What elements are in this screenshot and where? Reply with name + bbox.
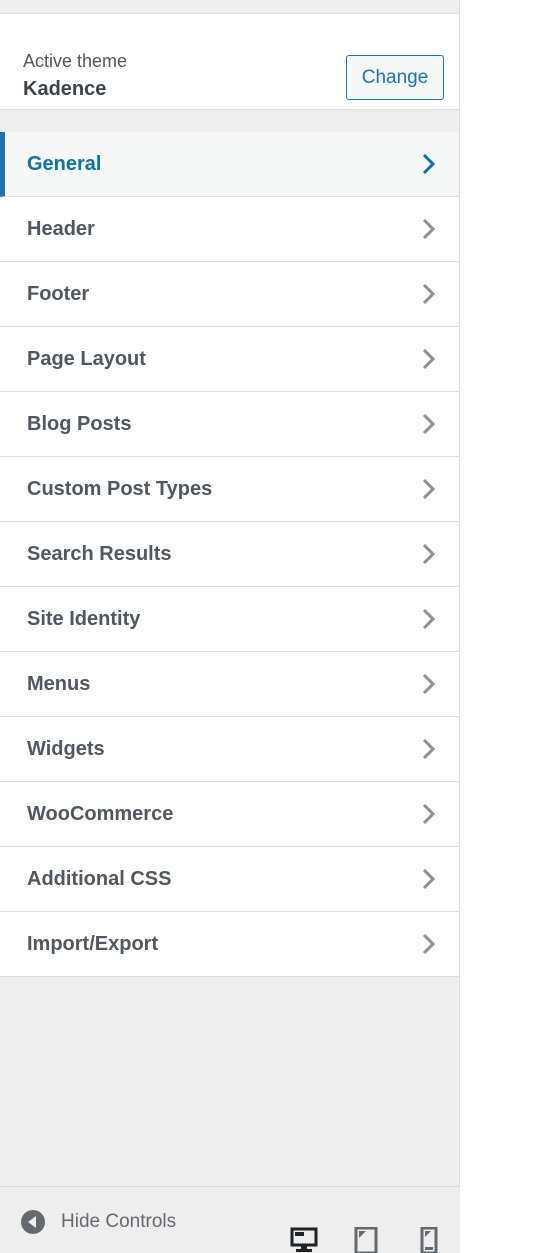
menu-item-blog-posts[interactable]: Blog Posts — [0, 392, 459, 457]
menu-item-custom-post-types[interactable]: Custom Post Types — [0, 457, 459, 522]
mobile-icon[interactable] — [415, 1227, 443, 1253]
menu-item-label: Footer — [27, 283, 90, 305]
menu-item-search-results[interactable]: Search Results — [0, 522, 459, 587]
menu-item-label: Site Identity — [27, 608, 141, 630]
chevron-right-icon — [422, 803, 436, 825]
chevron-right-icon — [422, 348, 436, 370]
menu-item-label: General — [27, 153, 102, 175]
chevron-right-icon — [422, 933, 436, 955]
menu-item-label: Widgets — [27, 738, 105, 760]
menu-item-header[interactable]: Header — [0, 197, 459, 262]
chevron-right-icon — [422, 153, 436, 175]
menu-item-label: Blog Posts — [27, 413, 132, 435]
menu-item-menus[interactable]: Menus — [0, 652, 459, 717]
menu-item-site-identity[interactable]: Site Identity — [0, 587, 459, 652]
menu-item-label: Custom Post Types — [27, 478, 213, 500]
active-theme-name: Kadence — [23, 78, 107, 100]
chevron-right-icon — [422, 283, 436, 305]
chevron-right-icon — [422, 608, 436, 630]
chevron-right-icon — [422, 413, 436, 435]
tablet-icon[interactable] — [352, 1227, 380, 1253]
chevron-right-icon — [422, 673, 436, 695]
hide-controls-label: Hide Controls — [61, 1211, 177, 1232]
site-preview — [461, 0, 546, 1253]
hide-controls-button[interactable]: Hide Controls — [20, 1209, 176, 1235]
chevron-right-icon — [422, 543, 436, 565]
customizer-sidebar: Active theme Kadence Change General Head… — [0, 0, 460, 1253]
menu-item-page-layout[interactable]: Page Layout — [0, 327, 459, 392]
customizer-footer: Hide Controls — [0, 1186, 460, 1253]
chevron-right-icon — [422, 218, 436, 240]
menu-item-label: Menus — [27, 673, 91, 695]
collapse-arrow-icon — [21, 1210, 45, 1234]
menu-item-label: Search Results — [27, 543, 172, 565]
menu-item-label: Page Layout — [27, 348, 146, 370]
customizer-menu: General Header Footer Page Layout Blog P… — [0, 132, 459, 977]
menu-item-import-export[interactable]: Import/Export — [0, 912, 459, 977]
menu-item-label: Header — [27, 218, 95, 240]
menu-item-label: WooCommerce — [27, 803, 174, 825]
active-theme-section: Active theme Kadence Change — [0, 14, 459, 110]
menu-item-widgets[interactable]: Widgets — [0, 717, 459, 782]
desktop-icon[interactable] — [290, 1227, 318, 1253]
chevron-right-icon — [422, 738, 436, 760]
active-theme-label: Active theme — [23, 51, 128, 71]
chevron-right-icon — [422, 868, 436, 890]
menu-item-footer[interactable]: Footer — [0, 262, 459, 327]
menu-item-additional-css[interactable]: Additional CSS — [0, 847, 459, 912]
top-strip — [0, 0, 459, 14]
menu-item-general[interactable]: General — [0, 132, 459, 197]
chevron-right-icon — [422, 478, 436, 500]
change-theme-button[interactable]: Change — [346, 55, 444, 100]
menu-item-woocommerce[interactable]: WooCommerce — [0, 782, 459, 847]
menu-item-label: Import/Export — [27, 933, 159, 955]
menu-item-label: Additional CSS — [27, 868, 172, 890]
